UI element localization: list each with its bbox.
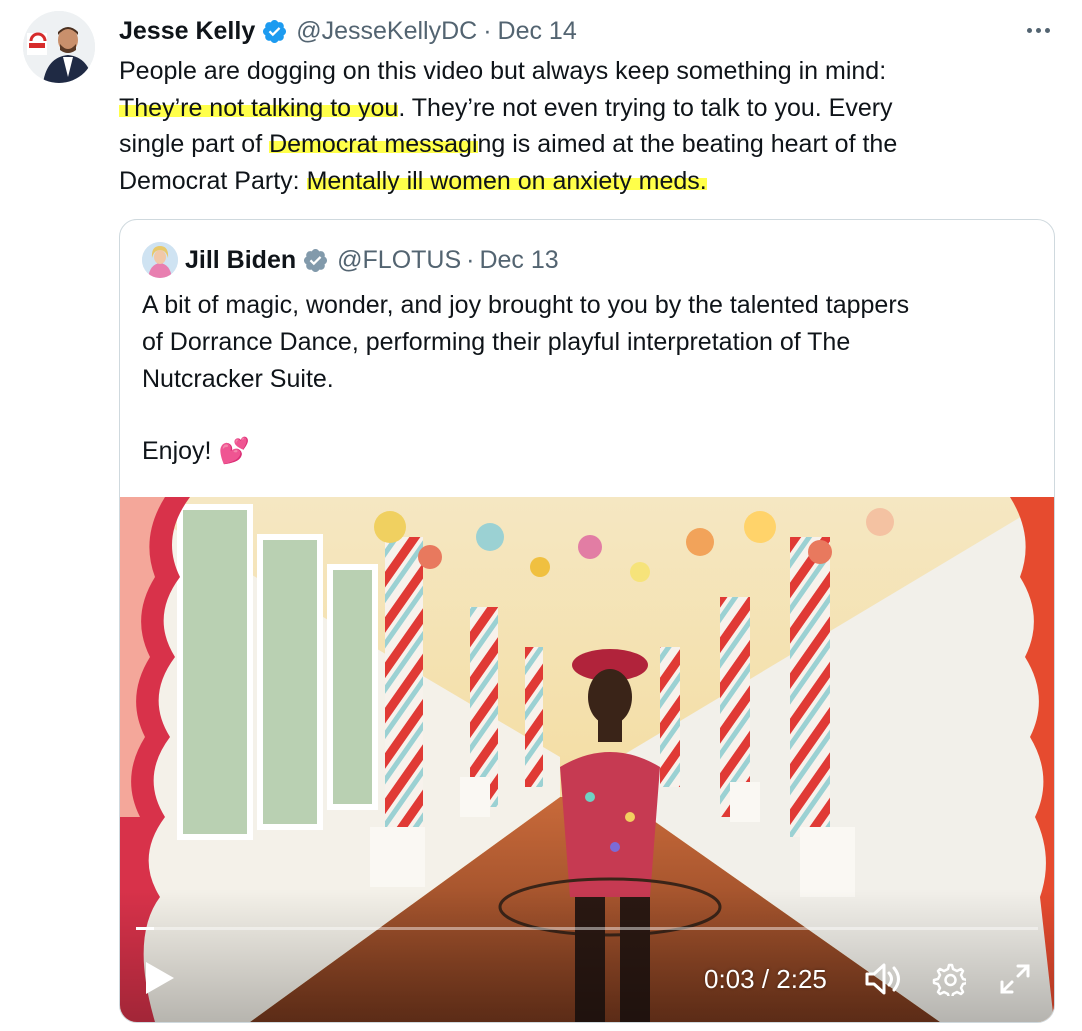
- tweet-text-line: single part of Democrat messaging is aim…: [119, 126, 1059, 163]
- quoted-author-name[interactable]: Jill Biden: [185, 246, 296, 275]
- fullscreen-icon[interactable]: [998, 962, 1032, 996]
- quoted-text-line: of Dorrance Dance, performing their play…: [142, 328, 851, 356]
- quoted-tweet-date[interactable]: Dec 13: [479, 246, 558, 275]
- quoted-text-closing-line: Enjoy! 💕: [142, 433, 1032, 470]
- tweet-text-line: They’re not talking to you. They’re not …: [119, 90, 1059, 127]
- tweet-text: People are dogging on this video but alw…: [119, 53, 1059, 199]
- quoted-text-line: Nutcracker Suite.: [142, 365, 334, 393]
- quoted-tweet[interactable]: Jill Biden @FLOTUS · Dec 13 A bit of mag…: [119, 219, 1055, 1023]
- tweet-text-segment: Democrat Party:: [119, 166, 307, 195]
- verified-badge-icon[interactable]: [261, 18, 288, 45]
- video-time: 0:03 / 2:25: [704, 964, 827, 994]
- author-avatar-image: [23, 11, 95, 83]
- highlighted-text: They’re not talking to you: [119, 93, 399, 122]
- more-options-icon[interactable]: [1020, 14, 1056, 46]
- author-name[interactable]: Jesse Kelly: [119, 17, 255, 46]
- quoted-header-separator: ·: [466, 245, 475, 274]
- header-separator: ·: [483, 16, 492, 45]
- government-badge-icon[interactable]: [302, 247, 329, 274]
- highlighted-text: Democrat messagi: [269, 130, 478, 158]
- quoted-author-handle[interactable]: @FLOTUS: [337, 246, 461, 275]
- tweet-date[interactable]: Dec 14: [498, 17, 577, 46]
- highlighted-text: Mentally ill women on anxiety meds.: [306, 166, 707, 195]
- settings-gear-icon[interactable]: [932, 962, 966, 996]
- author-avatar[interactable]: [23, 11, 95, 83]
- quoted-text-line: A bit of magic, wonder, and joy brought …: [142, 291, 910, 319]
- video-player[interactable]: 0:03 / 2:25: [120, 497, 1054, 1022]
- quoted-text-closing: Enjoy!: [142, 437, 212, 465]
- tweet-text-segment: People are dogging on this video but alw…: [119, 57, 887, 85]
- two-hearts-emoji: 💕: [218, 437, 250, 465]
- tweet-text-line: Democrat Party: Mentally ill women on an…: [119, 163, 1059, 200]
- author-handle[interactable]: @JesseKellyDC: [296, 17, 477, 46]
- tweet-text-segment: . They’re not even trying to talk to you…: [398, 93, 893, 122]
- video-progress-fill: [136, 927, 155, 930]
- tweet-text-segment: ng is aimed at the beating heart of the: [477, 130, 898, 158]
- quoted-tweet-header: Jill Biden @FLOTUS · Dec 13: [142, 242, 559, 278]
- volume-icon[interactable]: [864, 962, 902, 996]
- tweet-text-line: People are dogging on this video but alw…: [119, 53, 1059, 90]
- tweet-text-segment: single part of: [119, 130, 270, 158]
- quoted-author-avatar-image: [142, 242, 178, 278]
- quoted-author-avatar[interactable]: [142, 242, 178, 278]
- tweet-header: Jesse Kelly @JesseKellyDC · Dec 14: [119, 14, 577, 48]
- video-progress-bar[interactable]: [136, 927, 1038, 930]
- play-icon[interactable]: [144, 960, 176, 996]
- quoted-tweet-text: A bit of magic, wonder, and joy brought …: [142, 287, 1032, 470]
